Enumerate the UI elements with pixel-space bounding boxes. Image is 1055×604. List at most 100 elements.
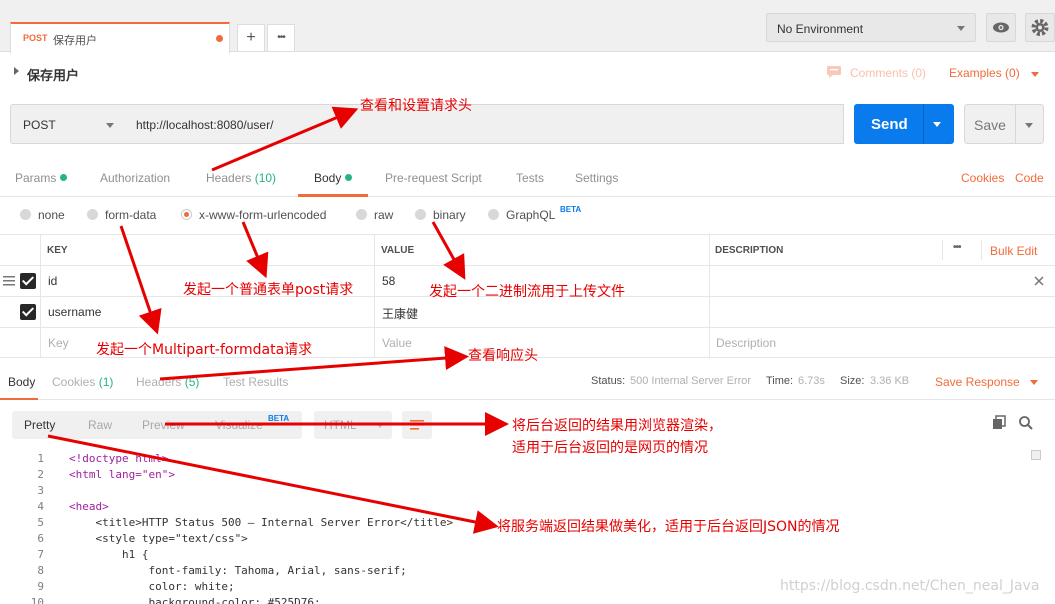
tab-headers-label: Headers <box>206 171 252 185</box>
tab-options-button[interactable]: ••• <box>267 24 295 52</box>
save-button[interactable]: Save <box>964 104 1044 144</box>
tab-settings[interactable]: Settings <box>575 171 618 185</box>
radio-none[interactable] <box>20 209 31 220</box>
status-label: Status: <box>591 375 626 387</box>
send-options-chevron-icon[interactable] <box>933 122 941 127</box>
active-tab-underline <box>0 398 38 400</box>
response-tabs: Body Cookies (1) Headers (5) Test Result… <box>0 364 1055 400</box>
environment-select[interactable]: No Environment <box>766 13 976 42</box>
save-response-button[interactable]: Save Response <box>935 375 1020 389</box>
url-input[interactable]: http://localhost:8080/user/ <box>126 104 844 144</box>
request-tab[interactable]: POST 保存用户 <box>10 22 230 53</box>
active-tab-underline <box>298 194 368 197</box>
new-description-input[interactable]: Description <box>716 336 776 350</box>
response-tab-body[interactable]: Body <box>8 375 35 389</box>
row-checkbox[interactable] <box>20 304 36 320</box>
row-checkbox[interactable] <box>20 273 36 289</box>
environment-value: No Environment <box>777 22 864 36</box>
environment-quick-look-button[interactable] <box>986 13 1016 42</box>
radio-graphql[interactable] <box>488 209 499 220</box>
send-button[interactable]: Send <box>854 104 954 144</box>
tab-pre-request-script[interactable]: Pre-request Script <box>385 171 482 185</box>
save-response-chevron-icon[interactable] <box>1030 380 1038 385</box>
code-line: background-color: #525D76; <box>69 596 321 604</box>
language-value: HTML <box>324 418 357 432</box>
visualize-beta-badge: BETA <box>268 414 290 423</box>
wrap-lines-button[interactable] <box>402 411 432 439</box>
tab-method: POST <box>23 33 48 43</box>
response-tab-cookies[interactable]: Cookies (1) <box>52 375 113 389</box>
radio-graphql-label[interactable]: GraphQL <box>506 208 555 222</box>
row-key[interactable]: username <box>48 305 101 319</box>
annotation-headers: 查看和设置请求头 <box>360 98 472 114</box>
response-tab-headers[interactable]: Headers (5) <box>136 375 199 389</box>
tab-tests[interactable]: Tests <box>516 171 544 185</box>
method-select[interactable]: POST <box>10 104 127 144</box>
radio-urlencoded[interactable] <box>181 209 192 220</box>
format-toggle-group: Pretty Raw Preview Visualize BETA <box>12 411 302 439</box>
drag-handle-icon[interactable] <box>3 275 15 286</box>
row-value[interactable]: 王康健 <box>382 305 418 322</box>
scrollbar-thumb[interactable] <box>1031 450 1041 460</box>
radio-binary[interactable] <box>415 209 426 220</box>
code-line: <style type="text/css"> <box>69 532 248 545</box>
search-icon[interactable] <box>1018 415 1034 431</box>
radio-form-data-label[interactable]: form-data <box>105 208 156 222</box>
tab-name: 保存用户 <box>53 35 97 47</box>
manage-environments-button[interactable] <box>1025 13 1055 42</box>
radio-raw[interactable] <box>356 209 367 220</box>
tab-params[interactable]: Params <box>15 171 68 185</box>
response-tab-test-results[interactable]: Test Results <box>223 375 288 389</box>
format-raw[interactable]: Raw <box>88 418 112 432</box>
cookies-link[interactable]: Cookies <box>961 171 1004 185</box>
wrap-lines-icon <box>410 420 424 430</box>
response-cookies-label: Cookies <box>52 375 96 389</box>
request-tabs: Params Authorization Headers (10) Body P… <box>0 160 1055 197</box>
method-value: POST <box>23 118 56 132</box>
bulk-edit-link[interactable]: Bulk Edit <box>990 244 1037 258</box>
new-tab-button[interactable]: + <box>237 24 265 52</box>
table-border <box>0 265 1055 266</box>
radio-none-label[interactable]: none <box>38 208 65 222</box>
caret-right-icon[interactable] <box>14 67 19 75</box>
plus-icon: + <box>246 29 256 46</box>
comment-icon <box>827 66 841 78</box>
row-value[interactable]: 58 <box>382 274 395 288</box>
delete-row-icon[interactable] <box>1034 276 1044 286</box>
tab-body[interactable]: Body <box>314 171 353 185</box>
save-divider <box>1015 105 1016 143</box>
tab-authorization[interactable]: Authorization <box>100 171 170 185</box>
table-options-icon[interactable]: ••• <box>953 242 961 253</box>
save-options-chevron-icon[interactable] <box>1025 123 1033 128</box>
examples-chevron-icon[interactable] <box>1031 72 1039 77</box>
time-value: 6.73s <box>798 375 825 387</box>
line-number: 3 <box>37 484 44 497</box>
time-label: Time: <box>766 375 794 387</box>
annotation-binary: 发起一个二进制流用于上传文件 <box>429 284 625 300</box>
size-value: 3.36 KB <box>870 375 910 387</box>
radio-binary-label[interactable]: binary <box>433 208 466 222</box>
request-title[interactable]: 保存用户 <box>27 65 79 84</box>
examples-link[interactable]: Examples (0) <box>949 66 1020 80</box>
copy-icon[interactable] <box>991 415 1007 431</box>
send-label: Send <box>871 116 908 133</box>
more-icon: ••• <box>277 32 285 43</box>
column-divider <box>374 234 375 358</box>
new-key-input[interactable]: Key <box>48 336 69 350</box>
radio-urlencoded-label[interactable]: x-www-form-urlencoded <box>199 208 326 222</box>
format-preview[interactable]: Preview <box>142 418 185 432</box>
comments-link[interactable]: Comments (0) <box>850 66 926 80</box>
column-divider <box>981 240 982 260</box>
language-select[interactable]: HTML <box>314 411 392 439</box>
code-link[interactable]: Code <box>1015 171 1044 185</box>
row-key[interactable]: id <box>48 274 57 288</box>
code-line: <html lang="en"> <box>69 468 175 481</box>
new-value-input[interactable]: Value <box>382 336 412 350</box>
radio-raw-label[interactable]: raw <box>374 208 393 222</box>
radio-form-data[interactable] <box>87 209 98 220</box>
tab-headers[interactable]: Headers (10) <box>206 171 276 185</box>
request-title-row: 保存用户 Comments (0) Examples (0) <box>0 58 1055 90</box>
url-value: http://localhost:8080/user/ <box>136 118 274 132</box>
format-pretty[interactable]: Pretty <box>24 418 55 432</box>
format-visualize[interactable]: Visualize <box>215 418 263 432</box>
